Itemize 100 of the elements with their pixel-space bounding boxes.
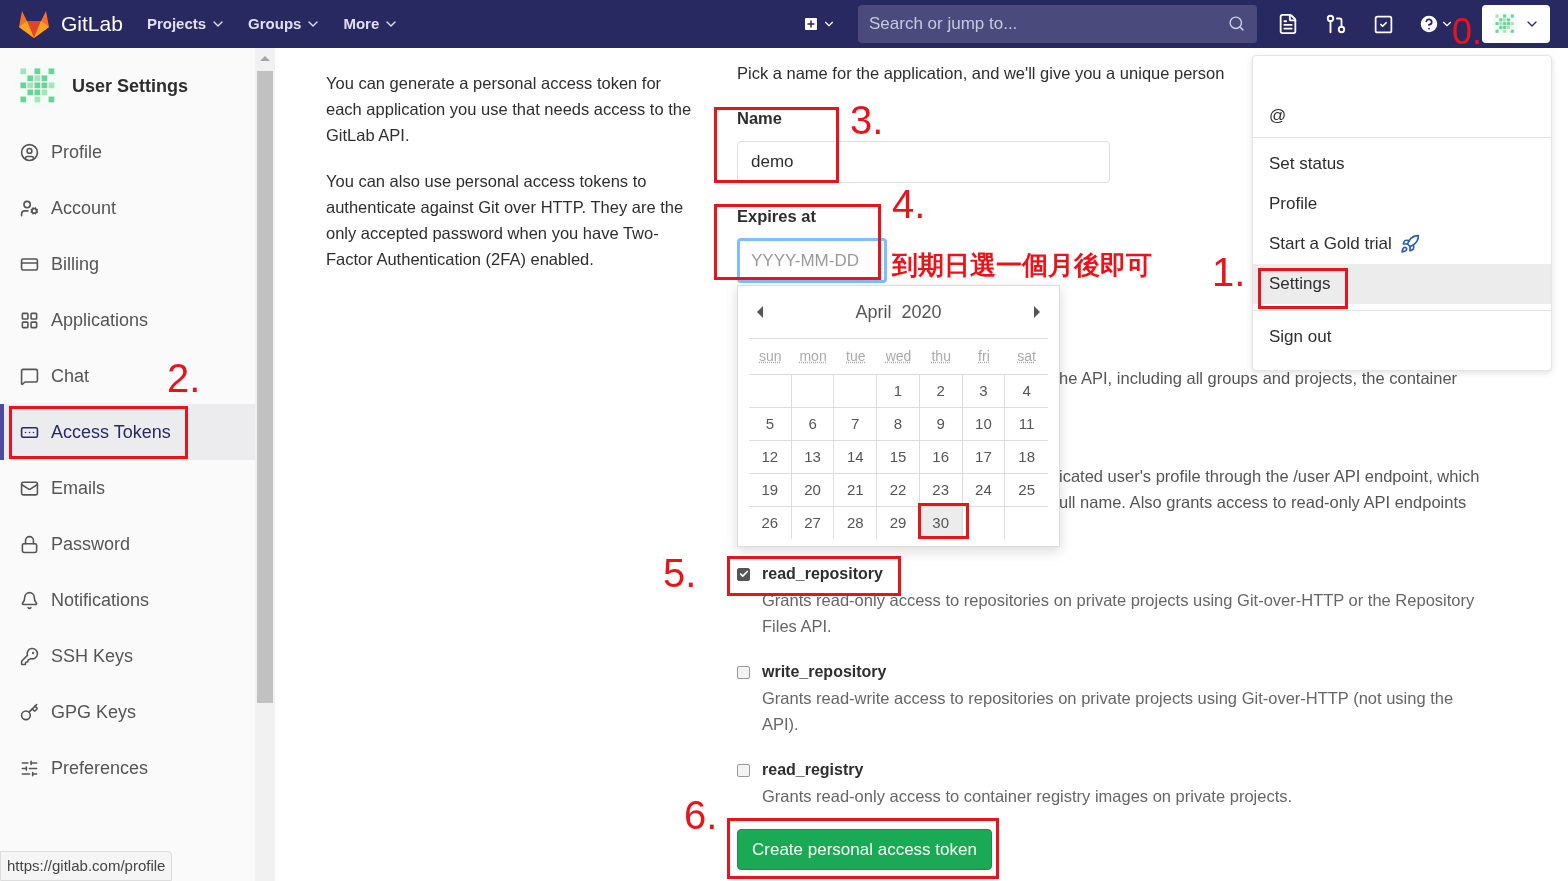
sidebar-item[interactable]: Profile: [20, 132, 103, 172]
nav-menu[interactable]: More: [343, 12, 400, 36]
scope-name: write_repository: [762, 662, 887, 682]
calendar-day[interactable]: 23: [919, 474, 962, 506]
calendar-day[interactable]: 27: [791, 507, 834, 539]
scope-name: read_repository: [762, 564, 883, 584]
brand-name[interactable]: GitLab: [61, 8, 123, 40]
sidebar-item[interactable]: Notifications: [20, 580, 150, 620]
nav-menu[interactable]: Projects: [146, 12, 227, 36]
calendar-day[interactable]: 3: [962, 375, 1005, 407]
intro-paragraph: You can also use personal access tokens to authenticate against Git over HTTP. They are the only accepted password when you have Two-Factor Authentication (2FA) enabled.: [326, 171, 685, 270]
sidebar-item[interactable]: Billing: [20, 244, 100, 284]
merge-request-icon[interactable]: [1325, 13, 1347, 35]
step-number: 6.: [684, 795, 718, 835]
sidebar-item[interactable]: Password: [20, 524, 131, 564]
calendar-day[interactable]: 10: [962, 408, 1005, 440]
calendar-day[interactable]: 18: [1005, 441, 1048, 473]
sidebar-item[interactable]: Preferences: [20, 748, 149, 788]
step-number: 2.: [167, 358, 201, 398]
sidebar-item[interactable]: Access Tokens: [20, 412, 171, 452]
weekday-label: fri: [978, 347, 990, 366]
sidebar-icon: [20, 646, 39, 666]
previous-month-icon[interactable]: [757, 306, 763, 318]
scope-checkbox[interactable]: [737, 665, 750, 679]
fox-logo-icon: [18, 9, 50, 39]
step-number: 3.: [850, 100, 884, 140]
step-number: 1.: [1212, 252, 1246, 292]
sidebar-icon: [20, 142, 39, 162]
calendar-day[interactable]: 2: [919, 375, 962, 407]
scope-checkbox[interactable]: [737, 763, 750, 777]
sidebar-icon: [20, 590, 39, 610]
sidebar-item[interactable]: Chat: [20, 356, 90, 396]
search-icon: [1228, 15, 1245, 32]
calendar-day[interactable]: 25: [1005, 474, 1048, 506]
calendar-day[interactable]: 1: [877, 375, 919, 407]
calendar-day[interactable]: 8: [877, 408, 919, 440]
scope-description: Grants read-only access to container registry images on private projects.: [762, 786, 1294, 807]
sidebar-item[interactable]: Emails: [20, 468, 105, 508]
username-text: @: [1268, 105, 1288, 128]
menu-item[interactable]: Settings: [1253, 264, 1551, 304]
calendar-day[interactable]: 29: [877, 507, 919, 539]
calendar-day[interactable]: 21: [834, 474, 877, 506]
calendar-day[interactable]: 7: [834, 408, 877, 440]
status-url-tooltip: https://gitlab.com/profile: [0, 851, 173, 881]
calendar-day[interactable]: 11: [1005, 408, 1048, 440]
calendar-day[interactable]: 12: [749, 441, 791, 473]
plus-icon: [802, 15, 820, 33]
next-month-icon[interactable]: [1034, 306, 1040, 318]
sidebar-item[interactable]: SSH Keys: [20, 636, 134, 676]
step-number: 4.: [892, 184, 926, 224]
sidebar-icon: [20, 702, 39, 722]
highlight-frame: [918, 503, 969, 539]
field-label: Name: [737, 108, 782, 129]
sidebar-icon: [20, 366, 39, 386]
menu-item[interactable]: Set status: [1253, 144, 1551, 184]
new-menu-button[interactable]: [802, 15, 836, 33]
scope-name: read_registry: [762, 760, 864, 780]
step-number: 0.: [1452, 12, 1483, 52]
calendar-day[interactable]: 16: [919, 441, 962, 473]
sidebar-icon: [20, 198, 39, 218]
sidebar-icon: [20, 478, 39, 498]
calendar-day[interactable]: 26: [749, 507, 791, 539]
todo-icon[interactable]: [1373, 13, 1394, 35]
calendar-day[interactable]: 14: [834, 441, 877, 473]
help-button[interactable]: [1418, 13, 1454, 35]
calendar-day[interactable]: 5: [749, 408, 791, 440]
sidebar-item[interactable]: Account: [20, 188, 117, 228]
sidebar-icon: [20, 534, 39, 554]
help-icon: [1418, 13, 1440, 35]
calendar-day[interactable]: 20: [791, 474, 834, 506]
issues-icon[interactable]: [1277, 13, 1299, 35]
intro-paragraph: You can generate a personal access token for each application you use that needs access to the GitLab API.: [326, 73, 693, 146]
sidebar-item[interactable]: Applications: [20, 300, 149, 340]
calendar-day[interactable]: 24: [962, 474, 1005, 506]
scope-checkbox[interactable]: [737, 567, 750, 581]
calendar-day[interactable]: 15: [877, 441, 919, 473]
search-field[interactable]: Search or jump to...: [858, 5, 1257, 43]
date-input[interactable]: YYYY-MM-DD: [737, 238, 887, 283]
menu-item[interactable]: Start a Gold trial: [1253, 224, 1551, 264]
weekday-label: thu: [931, 347, 951, 366]
weekday-label: tue: [846, 347, 866, 366]
sidebar-icon: [20, 758, 39, 778]
calendar-day[interactable]: 4: [1005, 375, 1048, 407]
calendar-day[interactable]: 13: [791, 441, 834, 473]
scope-description-fragment: he API, including all groups and projects, the container: [1059, 368, 1459, 389]
name-input-value[interactable]: demo: [751, 149, 794, 175]
rocket-icon: [1399, 234, 1420, 254]
calendar-day[interactable]: 28: [834, 507, 877, 539]
calendar-day[interactable]: 6: [791, 408, 834, 440]
weekday-label: mon: [799, 347, 827, 366]
sidebar-icon: [20, 310, 39, 330]
calendar-day[interactable]: 9: [919, 408, 962, 440]
calendar-day[interactable]: 19: [749, 474, 791, 506]
calendar-day[interactable]: 22: [877, 474, 919, 506]
menu-item[interactable]: Sign out: [1253, 317, 1551, 357]
menu-item[interactable]: Profile: [1253, 184, 1551, 224]
avatar-icon: [1492, 11, 1518, 37]
nav-menu[interactable]: Groups: [248, 12, 322, 36]
sidebar-item[interactable]: GPG Keys: [20, 692, 137, 732]
calendar-day[interactable]: 17: [962, 441, 1005, 473]
